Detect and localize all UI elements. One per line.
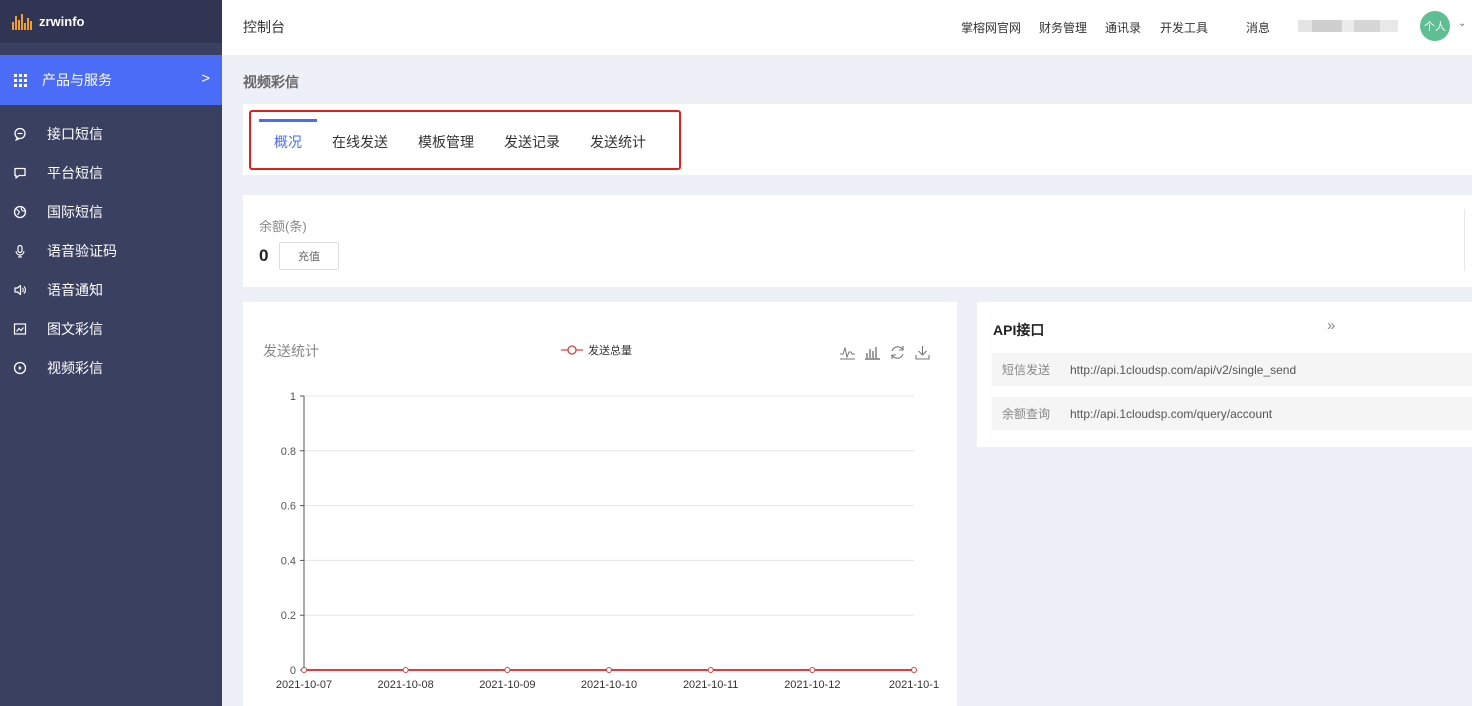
- chart-card: 发送统计 发送总量 0 0.2 0.4 0.6 0.8 1 2021-10-07 2021-1…: [243, 302, 957, 706]
- data-point: [504, 667, 511, 673]
- sidebar-item-voice-notify[interactable]: 语音通知: [0, 270, 222, 309]
- chat-bubble-icon: [11, 125, 29, 143]
- y-tick-label: 0.6: [281, 501, 296, 513]
- sidebar-item-image-mms[interactable]: 图文彩信: [0, 309, 222, 348]
- data-point: [402, 667, 409, 673]
- balance-card: 余额(条) 0 充值: [243, 195, 1472, 287]
- x-tick-label: 2021-10-08: [378, 679, 434, 691]
- data-point: [911, 667, 917, 673]
- page-title: 视频彩信: [243, 74, 299, 90]
- sidebar-item-label: 语音验证码: [47, 242, 117, 259]
- grid-icon: [14, 73, 27, 87]
- api-row: 余额查询 http://api.1cloudsp.com/query/accou…: [992, 397, 1472, 430]
- brand-name: zrwinfo: [39, 14, 85, 29]
- api-row-url[interactable]: http://api.1cloudsp.com/query/account: [1070, 407, 1272, 421]
- top-header: 控制台 掌榕网官网 财务管理 通讯录 开发工具 消息 个人 ⌄: [222, 0, 1472, 55]
- sidebar-item-label: 语音通知: [47, 281, 103, 298]
- sidebar-item-api-sms[interactable]: 接口短信: [0, 114, 222, 153]
- x-tick-label: 2021-10-10: [581, 679, 637, 691]
- x-tick-label: 2021-10-09: [479, 679, 535, 691]
- y-tick-label: 0.8: [281, 446, 296, 458]
- api-row-url[interactable]: http://api.1cloudsp.com/api/v2/single_se…: [1070, 363, 1296, 377]
- y-tick-label: 0: [290, 665, 296, 677]
- api-row-key: 短信发送: [1002, 363, 1051, 377]
- username-blurred[interactable]: [1298, 20, 1398, 32]
- y-tick-label: 1: [290, 391, 296, 403]
- divider: [1464, 209, 1465, 271]
- x-tick-label: 2021-10-07: [276, 679, 332, 691]
- tabs-highlight-box: [249, 110, 681, 170]
- sidebar-item-label: 平台短信: [47, 164, 103, 181]
- sidebar-item-label: 接口短信: [47, 125, 103, 142]
- api-title: API接口: [993, 322, 1045, 338]
- api-row: 短信发送 http://api.1cloudsp.com/api/v2/sing…: [992, 353, 1472, 386]
- api-row-key: 余额查询: [1002, 407, 1051, 421]
- sidebar-item-platform-sms[interactable]: 平台短信: [0, 153, 222, 192]
- image-chart-icon: [11, 320, 29, 338]
- nav-contacts[interactable]: 通讯录: [1105, 19, 1141, 36]
- globe-icon: [11, 203, 29, 221]
- sidebar-item-international-sms[interactable]: 国际短信: [0, 192, 222, 231]
- sidebar-item-video-mms[interactable]: 视频彩信: [0, 348, 222, 387]
- header-title: 控制台: [243, 19, 285, 35]
- sidebar-item-label: 国际短信: [47, 203, 103, 220]
- chevron-down-icon[interactable]: ⌄: [1458, 18, 1466, 29]
- balance-label: 余额(条): [259, 219, 307, 234]
- data-point: [707, 667, 714, 673]
- data-point: [301, 667, 307, 673]
- sidebar-item-voice-code[interactable]: 语音验证码: [0, 231, 222, 270]
- nav-dev-tools[interactable]: 开发工具: [1160, 19, 1208, 36]
- microphone-icon: [11, 242, 29, 260]
- logo[interactable]: zrwinfo: [0, 0, 222, 43]
- logo-waveform-icon: [12, 13, 32, 30]
- nav-finance[interactable]: 财务管理: [1039, 19, 1087, 36]
- nav-messages[interactable]: 消息: [1246, 19, 1270, 36]
- x-tick-label: 2021-10-12: [784, 679, 840, 691]
- message-square-icon: [11, 164, 29, 182]
- x-tick-label: 2021-10-1: [889, 679, 939, 691]
- sidebar-item-label: 视频彩信: [47, 359, 103, 376]
- data-point: [809, 667, 816, 673]
- sidebar: zrwinfo 产品与服务 > 接口短信 平台短信 国际短信 语音验证码 语音通…: [0, 0, 222, 706]
- recharge-button[interactable]: 充值: [279, 242, 339, 270]
- x-tick-label: 2021-10-11: [683, 679, 738, 691]
- speaker-icon: [11, 281, 29, 299]
- line-chart: 0 0.2 0.4 0.6 0.8 1 2021-10-07 2021-10-08 2021-1…: [276, 391, 939, 691]
- sidebar-item-label: 图文彩信: [47, 320, 103, 337]
- balance-value: 0: [259, 246, 269, 265]
- double-chevron-right-icon[interactable]: »: [1327, 317, 1335, 334]
- y-tick-label: 0.2: [281, 610, 296, 622]
- nav-official-site[interactable]: 掌榕网官网: [961, 19, 1021, 36]
- data-point: [606, 667, 612, 673]
- chevron-right-icon: >: [201, 70, 210, 87]
- avatar[interactable]: 个人: [1420, 11, 1450, 41]
- sidebar-section-products[interactable]: 产品与服务 >: [0, 55, 222, 105]
- play-circle-icon: [11, 359, 29, 377]
- y-tick-label: 0.4: [281, 555, 296, 567]
- sidebar-section-label: 产品与服务: [42, 72, 112, 88]
- api-card: API接口 » 短信发送 http://api.1cloudsp.com/api…: [977, 302, 1472, 447]
